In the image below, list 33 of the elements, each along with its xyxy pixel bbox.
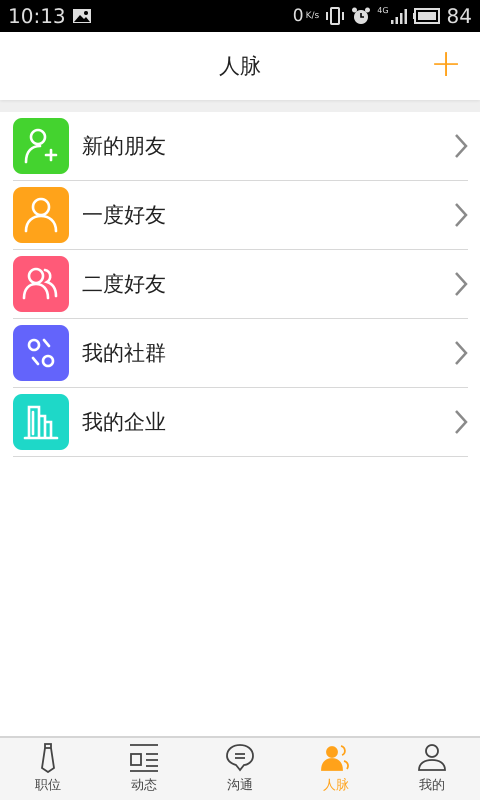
chevron-right-icon <box>454 409 468 435</box>
chevron-right-icon <box>454 202 468 228</box>
list-item[interactable]: 一度好友 <box>13 181 468 250</box>
network-type: 4G <box>377 6 389 15</box>
list-item[interactable]: 二度好友 <box>13 250 468 319</box>
list-item[interactable]: 我的社群 <box>13 319 468 388</box>
alarm-icon <box>351 6 372 26</box>
item-label: 二度好友 <box>82 271 167 298</box>
status-time: 10:13 <box>8 4 66 28</box>
news-icon <box>127 742 161 774</box>
page-title: 人脉 <box>219 53 261 80</box>
tab[interactable]: 动态 <box>96 738 192 800</box>
item-label: 一度好友 <box>82 202 167 229</box>
item-label: 我的企业 <box>82 409 167 436</box>
list-item[interactable]: 我的企业 <box>13 388 468 457</box>
network-speed: 0 <box>292 6 304 26</box>
tab[interactable]: 沟通 <box>192 738 288 800</box>
item-label: 我的社群 <box>82 340 167 367</box>
tab[interactable]: 职位 <box>0 738 96 800</box>
chevron-right-icon <box>454 340 468 366</box>
chevron-right-icon <box>454 133 468 159</box>
image-icon <box>72 8 92 24</box>
person-icon <box>415 742 449 774</box>
vibrate-icon <box>325 7 346 25</box>
speed-unit: K/s <box>306 11 320 21</box>
battery-icon <box>412 8 441 24</box>
chat-icon <box>223 742 257 774</box>
chevron-right-icon <box>454 271 468 297</box>
signal-icon <box>390 8 407 24</box>
battery-level: 84 <box>446 4 472 28</box>
item-label: 新的朋友 <box>82 133 167 160</box>
tab[interactable]: 我的 <box>384 738 480 800</box>
list-item[interactable]: 新的朋友 <box>13 112 468 181</box>
